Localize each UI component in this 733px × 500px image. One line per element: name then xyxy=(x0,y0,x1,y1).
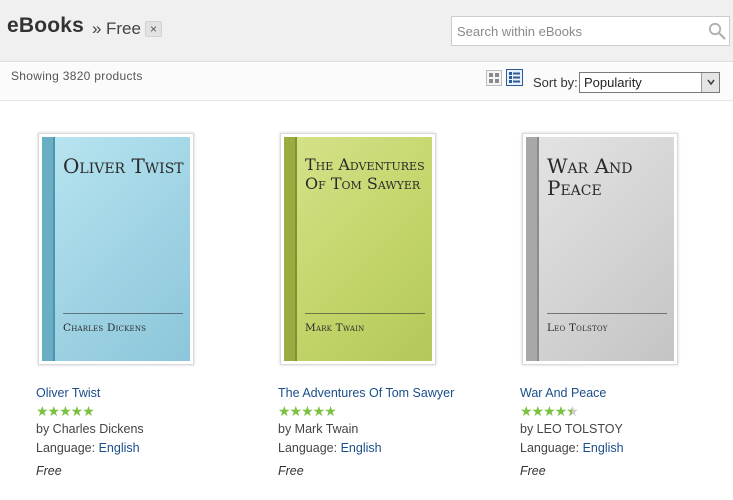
result-count: Showing 3820 products xyxy=(11,69,143,83)
cover-spine-edge xyxy=(53,137,55,361)
cover-title: Oliver Twist xyxy=(63,154,184,178)
breadcrumb-filter-free: Free xyxy=(106,19,141,38)
product-language: Language: English xyxy=(520,441,624,455)
cover-spine-edge xyxy=(295,137,297,361)
search-input[interactable] xyxy=(457,22,697,40)
sort-label: Sort by: xyxy=(533,75,578,90)
cover-author: Charles Dickens xyxy=(63,322,147,334)
grid-view-icon[interactable] xyxy=(486,70,502,86)
cover-spine xyxy=(42,137,53,361)
results-toolbar: Showing 3820 products Sort by: Popularit… xyxy=(0,63,733,101)
cover-author: Mark Twain xyxy=(305,322,365,334)
product-price: Free xyxy=(36,464,62,478)
product-price: Free xyxy=(520,464,546,478)
search-box[interactable] xyxy=(451,16,730,46)
breadcrumb-separator: » xyxy=(92,19,102,38)
search-icon[interactable] xyxy=(708,22,726,40)
chevron-down-icon[interactable] xyxy=(701,73,719,92)
language-link[interactable]: English xyxy=(99,441,140,455)
product-card: Oliver Twist Charles Dickens Oliver Twis… xyxy=(36,133,266,493)
remove-filter-button[interactable]: × xyxy=(145,21,162,37)
rating-stars: ★★★★★★ xyxy=(520,403,579,419)
language-link[interactable]: English xyxy=(341,441,382,455)
sort-selected-value: Popularity xyxy=(584,75,642,90)
language-label: Language: xyxy=(278,441,338,455)
cover-spine xyxy=(526,137,537,361)
language-label: Language: xyxy=(520,441,580,455)
book-cover[interactable]: The Adventures Of Tom Sawyer Mark Twain xyxy=(280,133,436,365)
book-cover[interactable]: Oliver Twist Charles Dickens xyxy=(38,133,194,365)
page-title: eBooks xyxy=(7,14,85,37)
product-card: The Adventures Of Tom Sawyer Mark Twain … xyxy=(278,133,508,493)
cover-art: The Adventures Of Tom Sawyer Mark Twain xyxy=(284,137,432,361)
product-author: by Charles Dickens xyxy=(36,422,144,436)
book-cover[interactable]: War And Peace Leo Tolstoy xyxy=(522,133,678,365)
cover-art: Oliver Twist Charles Dickens xyxy=(42,137,190,361)
product-language: Language: English xyxy=(278,441,382,455)
cover-title: The Adventures Of Tom Sawyer xyxy=(305,155,425,193)
cover-divider xyxy=(547,313,667,314)
product-price: Free xyxy=(278,464,304,478)
language-link[interactable]: English xyxy=(583,441,624,455)
header-bar: eBooks » Free × xyxy=(0,0,733,62)
language-label: Language: xyxy=(36,441,96,455)
cover-spine-edge xyxy=(537,137,539,361)
product-author: by LEO TOLSTOY xyxy=(520,422,623,436)
product-title-link[interactable]: Oliver Twist xyxy=(36,386,100,400)
cover-author: Leo Tolstoy xyxy=(547,322,608,334)
product-author: by Mark Twain xyxy=(278,422,359,436)
cover-divider xyxy=(63,313,183,314)
cover-divider xyxy=(305,313,425,314)
product-title-link[interactable]: The Adventures Of Tom Sawyer xyxy=(278,386,454,400)
list-view-icon[interactable] xyxy=(506,69,523,86)
rating-stars: ★★★★★ xyxy=(278,403,337,419)
sort-dropdown[interactable]: Popularity xyxy=(579,72,720,93)
cover-title: War And Peace xyxy=(547,154,633,200)
product-language: Language: English xyxy=(36,441,140,455)
cover-art: War And Peace Leo Tolstoy xyxy=(526,137,674,361)
product-title-link[interactable]: War And Peace xyxy=(520,386,606,400)
product-card: War And Peace Leo Tolstoy War And Peace … xyxy=(520,133,733,493)
rating-stars: ★★★★★ xyxy=(36,403,95,419)
cover-spine xyxy=(284,137,295,361)
